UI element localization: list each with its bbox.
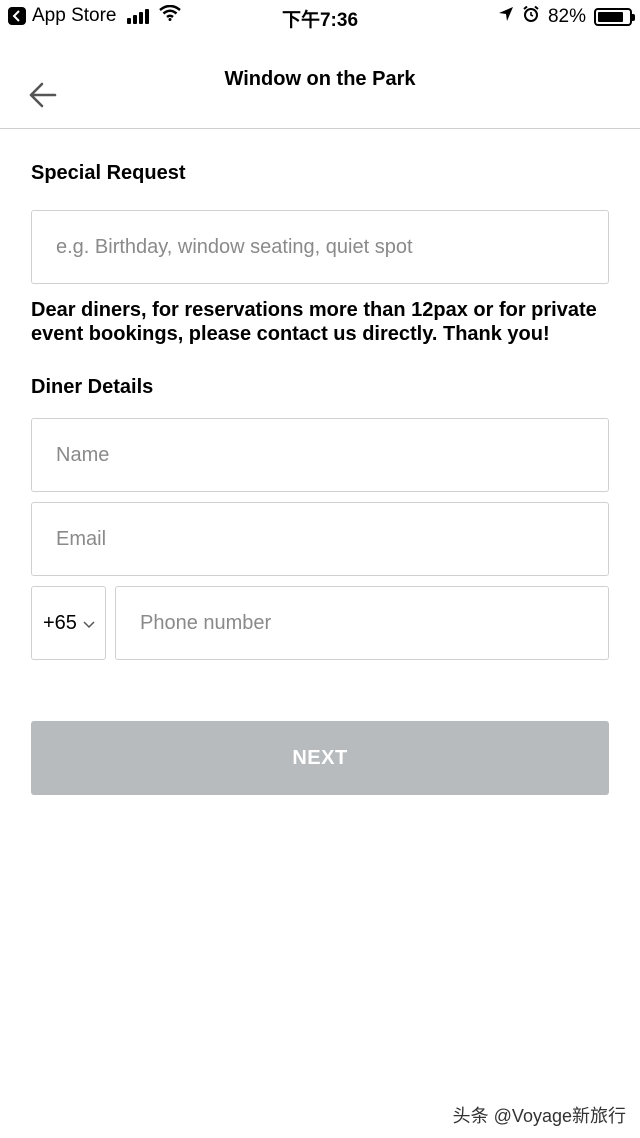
status-bar: App Store 下午7:36 82%: [0, 0, 640, 34]
special-request-input[interactable]: [32, 211, 608, 283]
name-input[interactable]: [32, 419, 608, 491]
country-code-value: +65: [43, 611, 77, 634]
email-input[interactable]: [32, 503, 608, 575]
phone-field[interactable]: [115, 586, 609, 660]
watermark: 头条 @Voyage新旅行: [452, 1106, 626, 1126]
next-button[interactable]: NEXT: [31, 721, 609, 795]
special-request-title: Special Request: [31, 162, 186, 184]
phone-input[interactable]: [116, 587, 608, 659]
country-code-select[interactable]: +65: [31, 586, 106, 660]
battery-icon: [594, 8, 635, 26]
name-field[interactable]: [31, 418, 609, 492]
battery-fill: [598, 12, 623, 22]
reservation-notice: Dear diners, for reservations more than …: [31, 299, 597, 345]
screen: App Store 下午7:36 82% Window on the Park …: [0, 0, 640, 1138]
status-bar-right: 82%: [490, 5, 635, 29]
alarm-icon: [522, 5, 540, 29]
special-request-field[interactable]: [31, 210, 609, 284]
diner-details-title: Diner Details: [31, 376, 154, 398]
battery-percent: 82%: [547, 6, 586, 27]
location-arrow-icon: [498, 6, 514, 28]
chevron-down-icon: [83, 612, 95, 635]
nav-header: Window on the Park: [0, 34, 640, 129]
email-field[interactable]: [31, 502, 609, 576]
page-title: Window on the Park: [224, 68, 416, 90]
